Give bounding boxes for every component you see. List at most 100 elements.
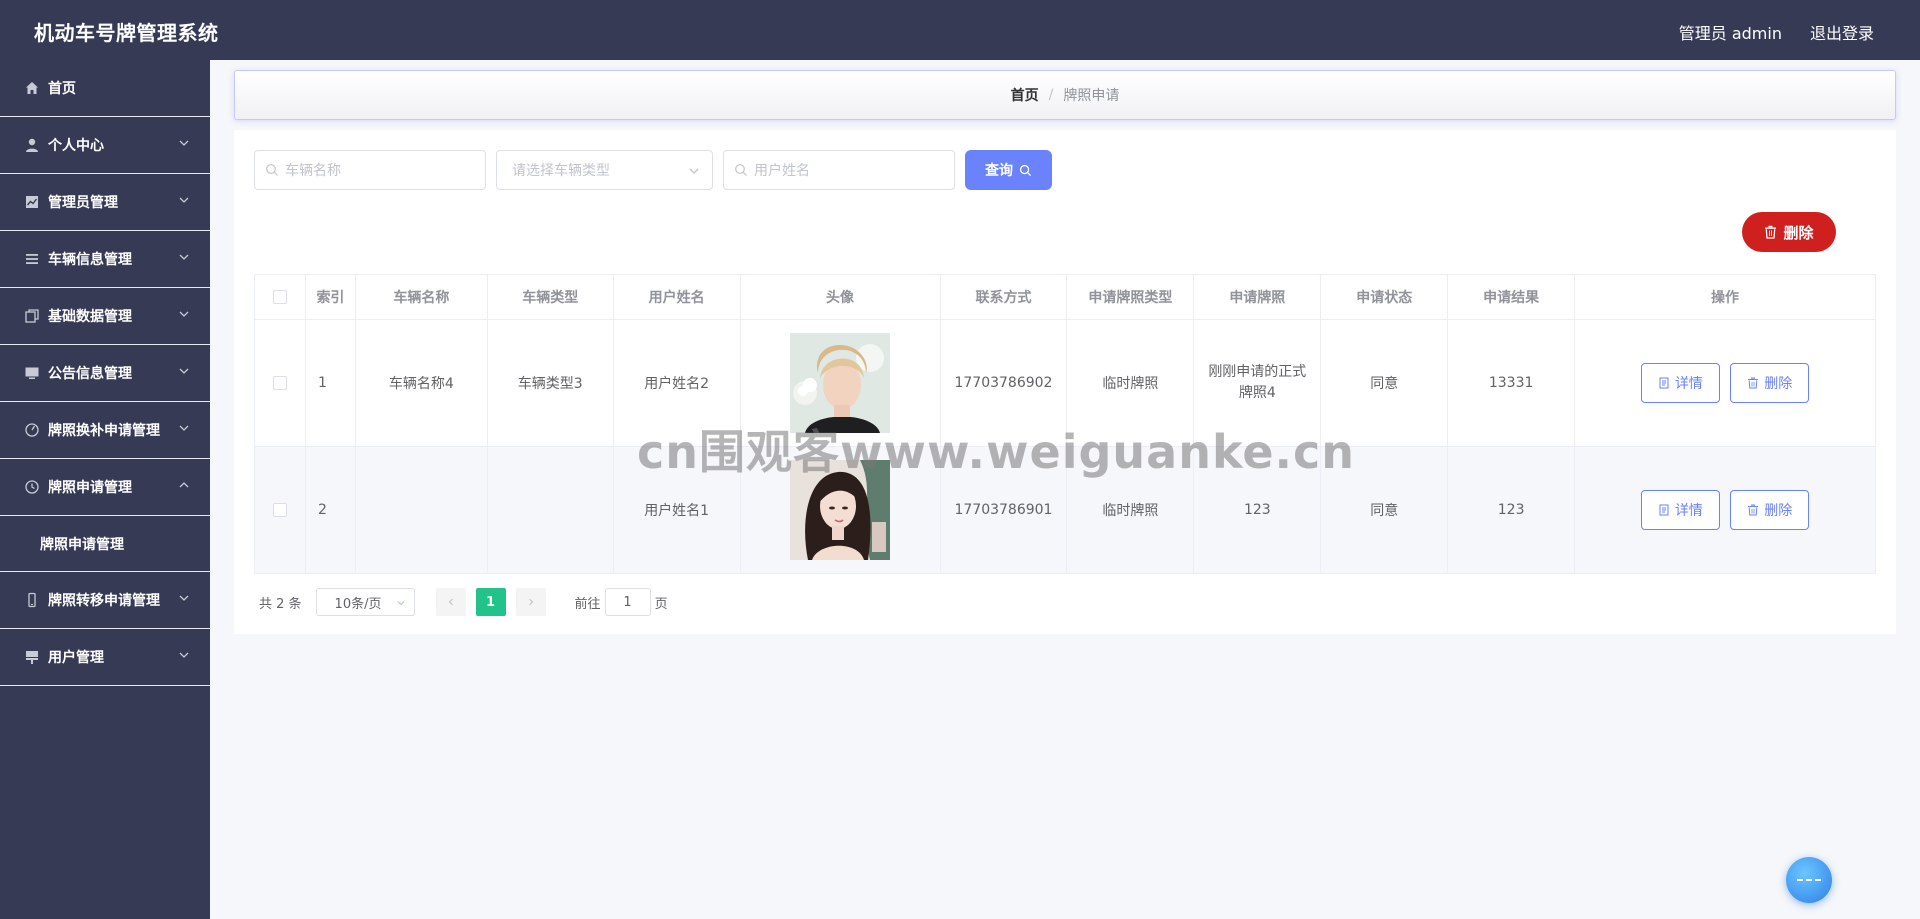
- detail-button-label: 详情: [1674, 376, 1703, 392]
- detail-button-label: 详情: [1674, 503, 1703, 519]
- detail-button[interactable]: 详情: [1640, 490, 1720, 530]
- chevron-down-icon: [397, 601, 404, 606]
- admin-user-label: 管理员 admin: [1678, 24, 1782, 43]
- sidebar-item-admin-management[interactable]: 管理员管理: [0, 174, 210, 231]
- chevron-down-icon: [179, 197, 189, 203]
- vehicle-type-placeholder: 请选择车辆类型: [512, 163, 610, 179]
- page-size-value: 10条/页: [334, 596, 382, 612]
- select-all-checkbox[interactable]: [272, 290, 287, 304]
- select-all-cell[interactable]: [254, 274, 306, 320]
- column-header: 联系方式: [939, 274, 1068, 320]
- column-header: 用户姓名: [612, 274, 741, 320]
- vehicle-name-input[interactable]: 车辆名称: [254, 150, 486, 190]
- row-select-cell[interactable]: [254, 446, 306, 574]
- search-icon: [1019, 164, 1032, 176]
- index-cell: 2: [304, 446, 356, 574]
- status-cell: 同意: [1320, 446, 1449, 574]
- goto-label: 前往: [574, 596, 601, 612]
- stamp-icon: [26, 651, 38, 664]
- status-cell: 同意: [1320, 319, 1449, 447]
- sidebar-item-label: 管理员管理: [48, 195, 118, 211]
- sidebar-item-personal-center[interactable]: 个人中心: [0, 117, 210, 174]
- delete-button[interactable]: 删除: [1730, 490, 1810, 530]
- chevron-down-icon: [179, 368, 189, 374]
- sidebar-item-label: 车辆信息管理: [48, 252, 132, 268]
- column-header: 申请状态: [1320, 274, 1449, 320]
- sidebar-item-label: 首页: [48, 81, 76, 97]
- batch-delete-button[interactable]: 删除: [1742, 212, 1836, 252]
- avatar[interactable]: [790, 460, 891, 560]
- page-number-button[interactable]: 1: [475, 588, 506, 616]
- plate-cell: 刚刚申请的正式牌照4: [1193, 319, 1322, 447]
- sidebar-item-label: 牌照申请管理: [48, 480, 132, 496]
- breadcrumb-home[interactable]: 首页: [1011, 85, 1039, 105]
- row-select-cell[interactable]: [254, 319, 306, 447]
- sidebar-item-announcement[interactable]: 公告信息管理: [0, 345, 210, 402]
- user-name-cell: 用户姓名2: [612, 319, 741, 447]
- chevron-down-icon: [179, 652, 189, 658]
- clock-icon: [25, 480, 39, 494]
- sidebar-item-plate-transfer[interactable]: 牌照转移申请管理: [0, 572, 210, 629]
- row-checkbox[interactable]: [272, 503, 287, 517]
- avatar[interactable]: [790, 333, 891, 433]
- column-header: 索引: [304, 274, 356, 320]
- avatar-cell: [739, 319, 941, 447]
- sidebar: 首页 个人中心 管理员管理 车辆信息管理 基础数据管理 公告信息管理 牌照换补申…: [0, 60, 210, 919]
- row-checkbox[interactable]: [272, 376, 287, 390]
- column-header: 车辆名称: [354, 274, 488, 320]
- chart-icon: [26, 196, 38, 208]
- sidebar-item-vehicle-info[interactable]: 车辆信息管理: [0, 231, 210, 288]
- chevron-down-icon: [179, 595, 189, 601]
- column-header: 申请牌照: [1193, 274, 1322, 320]
- phone-cell: 17703786902: [939, 319, 1068, 447]
- breadcrumb: 首页 / 牌照申请: [234, 70, 1896, 120]
- delete-button-label: 删除: [1764, 503, 1793, 519]
- floating-action-button[interactable]: [1786, 857, 1832, 903]
- page-size-select[interactable]: 10条/页: [315, 588, 415, 616]
- plate-cell: 123: [1193, 446, 1322, 574]
- sidebar-subitem-plate-application[interactable]: 牌照申请管理: [0, 516, 210, 572]
- document-icon: [1659, 377, 1669, 389]
- sidebar-item-home[interactable]: 首页: [0, 60, 210, 117]
- main-panel: 车辆名称 请选择车辆类型 用户姓名 查询 删除 索引 车辆名称 车辆类型 用户姓…: [234, 130, 1896, 634]
- column-header: 车辆类型: [486, 274, 614, 320]
- column-header: 头像: [739, 274, 941, 320]
- column-header: 操作: [1574, 274, 1876, 320]
- column-header: 申请牌照类型: [1066, 274, 1195, 320]
- sidebar-item-label: 个人中心: [48, 138, 104, 154]
- plate-application-table: 索引 车辆名称 车辆类型 用户姓名 头像 联系方式 申请牌照类型 申请牌照 申请…: [254, 274, 1876, 574]
- search-icon: [266, 164, 278, 176]
- plate-type-cell: 临时牌照: [1066, 319, 1195, 447]
- chevron-right-icon: [528, 598, 533, 606]
- monitor-icon: [25, 367, 39, 379]
- result-cell: 13331: [1447, 319, 1576, 447]
- avatar-cell: [739, 446, 941, 574]
- index-cell: 1: [304, 319, 356, 447]
- copy-icon: [25, 309, 39, 323]
- chevron-left-icon: [448, 598, 453, 606]
- top-bar: 机动车号牌管理系统 管理员 admin 退出登录: [0, 0, 1920, 60]
- user-name-input[interactable]: 用户姓名: [723, 150, 955, 190]
- breadcrumb-current: 牌照申请: [1063, 88, 1120, 104]
- sidebar-item-plate-application[interactable]: 牌照申请管理: [0, 459, 210, 516]
- delete-button[interactable]: 删除: [1730, 363, 1810, 403]
- prev-page-button[interactable]: [435, 588, 466, 616]
- query-button[interactable]: 查询: [965, 150, 1052, 190]
- vehicle-type-select[interactable]: 请选择车辆类型: [496, 150, 713, 190]
- column-header: 申请结果: [1447, 274, 1576, 320]
- next-page-button[interactable]: [515, 588, 546, 616]
- list-icon: [26, 254, 38, 264]
- goto-page-input[interactable]: [604, 588, 651, 616]
- sidebar-item-user-management[interactable]: 用户管理: [0, 629, 210, 686]
- logout-link[interactable]: 退出登录: [1810, 20, 1874, 44]
- vehicle-name-placeholder: 车辆名称: [285, 163, 341, 179]
- phone-icon: [28, 592, 36, 608]
- sidebar-item-basic-data[interactable]: 基础数据管理: [0, 288, 210, 345]
- total-count: 共 2 条: [259, 596, 302, 612]
- sidebar-item-label: 牌照换补申请管理: [48, 423, 160, 439]
- result-cell: 123: [1447, 446, 1576, 574]
- sidebar-item-label: 公告信息管理: [48, 366, 132, 382]
- sidebar-item-plate-replacement[interactable]: 牌照换补申请管理: [0, 402, 210, 459]
- vehicle-type-cell: [486, 446, 614, 574]
- detail-button[interactable]: 详情: [1640, 363, 1720, 403]
